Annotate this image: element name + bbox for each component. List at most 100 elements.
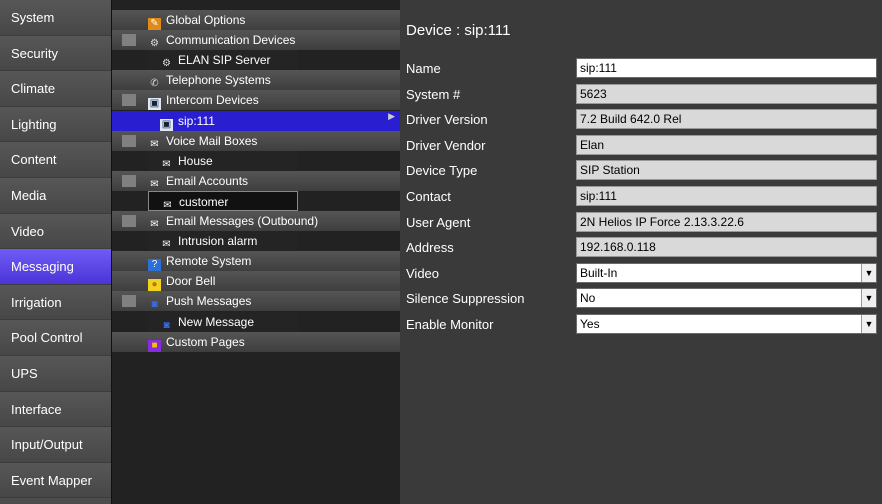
collapse-toggle-icon[interactable] <box>122 34 136 47</box>
tree-row[interactable]: ● Door Bell <box>112 271 401 292</box>
device-type-value: SIP Station <box>580 163 640 178</box>
sidebar-item-irrigation[interactable]: Irrigation <box>0 284 111 321</box>
driver-vendor-value: Elan <box>580 137 605 152</box>
tree-row[interactable]: ? Remote System <box>112 251 401 272</box>
tree-row[interactable]: ◙ Push Messages <box>112 291 401 312</box>
tree-item-label: Telephone Systems <box>166 73 271 88</box>
collapse-toggle-icon[interactable] <box>122 215 136 227</box>
tree-item-label: New Message <box>178 314 255 329</box>
question-icon: ? <box>148 259 161 272</box>
envelope-icon: ✉ <box>150 219 159 230</box>
sidebar-item-interface[interactable]: Interface <box>0 391 111 428</box>
phone-icon: ✆ <box>150 78 159 90</box>
chevron-down-icon[interactable]: ▼ <box>861 289 876 308</box>
enable-monitor-value: Yes <box>580 317 600 331</box>
sidebar-item-lighting[interactable]: Lighting <box>0 106 111 143</box>
tree-row[interactable]: ▣ Intercom Devices <box>112 90 401 111</box>
sidebar-item-system[interactable]: System <box>0 0 111 36</box>
video-label: Video <box>406 265 440 281</box>
collapse-toggle-icon[interactable] <box>122 174 136 187</box>
tree-row[interactable]: ■ Custom Pages <box>112 331 401 352</box>
enable-monitor-dropdown[interactable]: Yes ▼ <box>576 314 877 334</box>
tree-row[interactable]: ✉ Email Messages (Outbound) <box>112 211 401 231</box>
chevron-down-icon[interactable]: ▼ <box>861 263 876 282</box>
tree-item-label: Push Messages <box>166 294 252 309</box>
tree-item-label: Custom Pages <box>166 334 245 349</box>
push-icon: ◙ <box>163 319 170 331</box>
tree-item-label: Email Accounts <box>166 173 249 188</box>
chevron-down-icon[interactable]: ▼ <box>861 315 876 333</box>
tree-item-label: House <box>178 153 213 168</box>
push-icon: ◙ <box>151 299 158 311</box>
video-dropdown[interactable]: Built-In ▼ <box>576 262 877 283</box>
enable-monitor-label: Enable Monitor <box>406 317 494 332</box>
category-sidebar: System Security Climate Lighting Content Medi… <box>0 0 111 504</box>
tree-item-label: Remote System <box>166 254 252 269</box>
gear-icon: ✎ <box>148 18 161 30</box>
system-field: 5623 <box>576 83 877 104</box>
collapse-toggle-icon[interactable] <box>122 295 136 308</box>
sidebar-item-pool-control[interactable]: Pool Control <box>0 320 111 356</box>
tree-item-label: Door Bell <box>166 274 216 289</box>
tree-item-label: sip:111 <box>178 113 215 128</box>
driver-vendor-field: Elan <box>576 134 877 155</box>
contact-label: Contact <box>406 189 451 204</box>
address-label: Address <box>406 240 454 256</box>
system-value: 5623 <box>580 86 607 101</box>
sidebar-item-messaging[interactable]: Messaging <box>0 249 111 285</box>
envelope-icon: ✉ <box>162 239 171 251</box>
device-type-field: SIP Station <box>576 160 877 181</box>
tree-item-label: ELAN SIP Server <box>178 53 271 68</box>
device-detail-panel: Device : sip:111 Name sip:111 System # 5623… <box>400 0 882 504</box>
sidebar-item-content[interactable]: Content <box>0 142 111 178</box>
sidebar-item-media[interactable]: Media <box>0 177 111 214</box>
tree-row[interactable]: ✉ customer <box>148 190 298 211</box>
tree-item-label: Intrusion alarm <box>178 234 258 249</box>
tree-item-label: Voice Mail Boxes <box>166 133 258 148</box>
tree-row[interactable]: ✎ Global Options <box>112 10 401 30</box>
expand-arrow-icon[interactable]: ▶ <box>388 111 395 122</box>
silence-suppression-label: Silence Suppression <box>406 291 525 307</box>
address-field: 192.168.0.118 <box>576 237 877 258</box>
tree-item-label: Email Messages (Outbound) <box>166 214 319 228</box>
tree-row[interactable]: ✆ Telephone Systems <box>112 70 401 91</box>
address-value: 192.168.0.118 <box>580 240 656 255</box>
driver-version-field: 7.2 Build 642.0 Rel <box>576 109 877 130</box>
driver-version-value: 7.2 Build 642.0 Rel <box>580 112 682 127</box>
sidebar-item-event-mapper[interactable]: Event Mapper <box>0 462 111 499</box>
sidebar-item-video[interactable]: Video <box>0 213 111 250</box>
name-value: sip:111 <box>580 61 617 75</box>
intercom-icon: ▣ <box>148 98 161 111</box>
tree-row[interactable]: ✉ Email Accounts <box>112 170 401 191</box>
user-agent-field: 2N Helios IP Force 2.13.3.22.6 <box>576 211 877 232</box>
sidebar-item-security[interactable]: Security <box>0 35 111 72</box>
driver-vendor-label: Driver Vendor <box>406 137 486 153</box>
tree-row[interactable]: ⚙ ELAN SIP Server <box>148 50 298 71</box>
envelope-icon: ✉ <box>162 158 171 170</box>
contact-value: sip:111 <box>580 189 617 203</box>
silence-suppression-dropdown[interactable]: No ▼ <box>576 288 877 309</box>
tree-row[interactable]: ▣ sip:111 ▶ <box>112 110 401 131</box>
name-label: Name <box>406 61 441 76</box>
pages-icon: ■ <box>148 339 161 352</box>
tree-row[interactable]: ⚙ Communication Devices <box>112 30 401 51</box>
page-title: Device : sip:111 <box>406 22 511 39</box>
collapse-toggle-icon[interactable] <box>122 134 136 147</box>
driver-version-label: Driver Version <box>406 112 488 128</box>
sidebar-item-input-output[interactable]: Input/Output <box>0 427 111 463</box>
device-type-label: Device Type <box>406 163 478 179</box>
sidebar-item-ups[interactable]: UPS <box>0 355 111 392</box>
sidebar-item-climate[interactable]: Climate <box>0 71 111 107</box>
bell-icon: ● <box>148 279 161 292</box>
tree-row[interactable]: ✉ Voice Mail Boxes <box>112 130 401 151</box>
envelope-icon: ✉ <box>150 138 159 150</box>
tree-row[interactable]: ◙ New Message <box>148 311 298 332</box>
collapse-toggle-icon[interactable] <box>122 94 136 107</box>
name-field[interactable]: sip:111 <box>576 58 877 78</box>
tree-item-label: Communication Devices <box>166 33 296 48</box>
tree-item-label: Intercom Devices <box>166 93 259 108</box>
contact-field: sip:111 <box>576 186 877 206</box>
tree-row[interactable]: ✉ Intrusion alarm <box>148 231 298 252</box>
system-label: System # <box>406 86 461 102</box>
tree-row[interactable]: ✉ House <box>148 150 298 171</box>
